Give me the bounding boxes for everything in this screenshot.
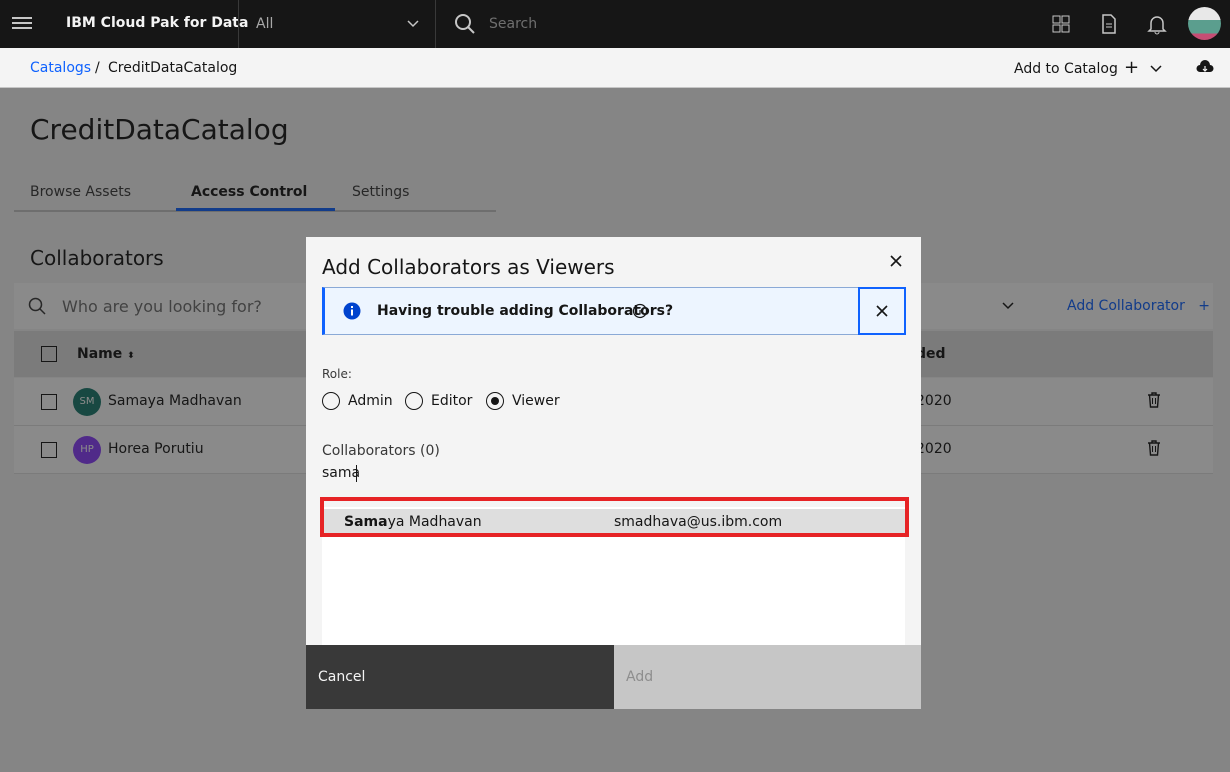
chevron-down-icon[interactable] [1150, 62, 1162, 74]
notification-text: Having trouble adding Collaborators? [377, 303, 674, 319]
text-cursor [356, 465, 357, 482]
radio-circle-selected [486, 392, 504, 410]
notification-bell-icon[interactable] [1146, 13, 1168, 35]
breadcrumb-bar: Catalogs / CreditDataCatalog Add to Cata… [0, 48, 1230, 88]
radio-circle [322, 392, 340, 410]
top-nav-bar: IBM Cloud Pak for Data All Search [0, 0, 1230, 48]
apps-icon[interactable] [1050, 13, 1072, 35]
info-icon [343, 302, 361, 320]
global-search[interactable]: Search [436, 0, 1036, 48]
cloud-icon[interactable] [1196, 59, 1214, 77]
modal-title: Add Collaborators as Viewers [322, 255, 615, 279]
search-scope-value: All [256, 16, 274, 32]
add-label: Add [626, 669, 654, 685]
role-label: Role: [322, 367, 352, 381]
role-option-label: Admin [348, 393, 393, 409]
chevron-down-icon [407, 20, 419, 28]
add-to-catalog-plus-icon[interactable]: + [1124, 57, 1139, 78]
breadcrumb-catalogs-link[interactable]: Catalogs [30, 60, 91, 76]
info-notification: Having trouble adding Collaborators? [322, 287, 906, 335]
close-icon [876, 305, 888, 317]
search-scope-dropdown[interactable]: All [238, 0, 436, 48]
breadcrumb-separator: / [95, 60, 100, 76]
hamburger-menu-icon[interactable] [12, 14, 32, 34]
radio-circle [405, 392, 423, 410]
role-option-label: Editor [431, 393, 473, 409]
notification-close-button[interactable] [858, 287, 906, 335]
collaborators-label: Collaborators (0) [322, 443, 440, 459]
add-collaborators-modal: Add Collaborators as Viewers Having trou… [306, 237, 921, 709]
document-icon[interactable] [1098, 13, 1120, 35]
collaborator-input[interactable]: sama [322, 465, 360, 481]
cancel-button[interactable]: Cancel [306, 645, 614, 709]
app-brand[interactable]: IBM Cloud Pak for Data [66, 15, 248, 31]
user-avatar[interactable] [1188, 7, 1221, 40]
global-search-placeholder: Search [489, 16, 538, 32]
close-icon[interactable] [888, 253, 904, 269]
add-button[interactable]: Add [614, 645, 921, 709]
add-to-catalog-button[interactable]: Add to Catalog [1014, 61, 1118, 77]
role-option-label: Viewer [512, 393, 560, 409]
highlight-box [320, 497, 909, 537]
search-icon [455, 14, 475, 34]
breadcrumb-current: CreditDataCatalog [108, 60, 238, 76]
info-tooltip-icon[interactable] [632, 303, 648, 319]
cancel-label: Cancel [318, 669, 366, 685]
